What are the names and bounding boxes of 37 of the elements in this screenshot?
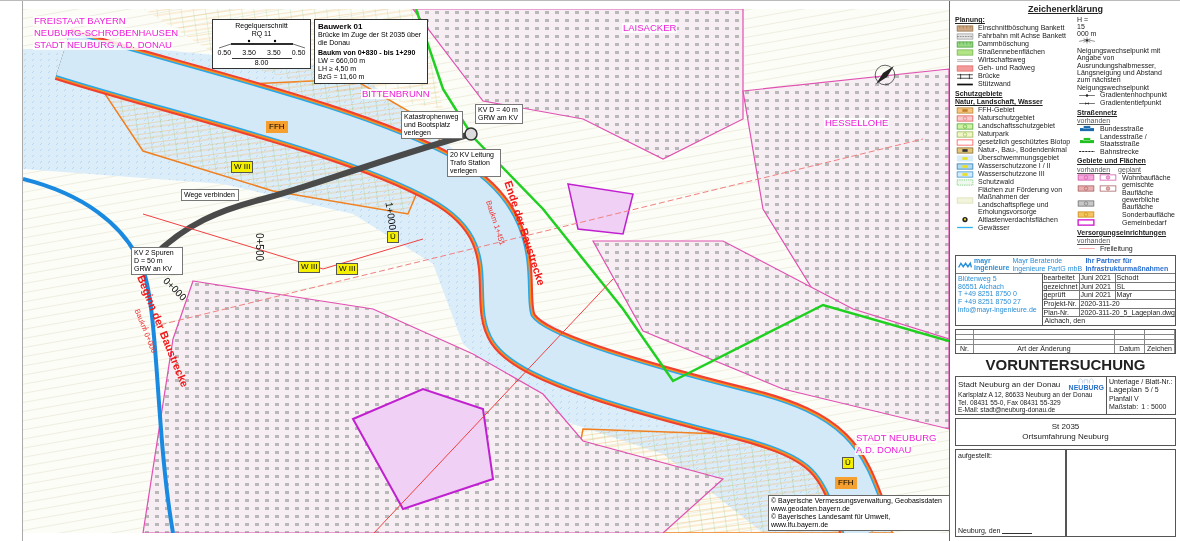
sheet-title: Lageplan: [1109, 386, 1142, 395]
place-name: A.D. DONAU: [855, 445, 913, 456]
place-name: STADT NEUBURG A.D. DONAU: [33, 40, 173, 51]
legend-symbol-icon: [1077, 185, 1095, 193]
place-name: HESSELLOHE: [824, 118, 890, 129]
structure-title: Bauwerk 01: [318, 22, 364, 32]
client-name: Stadt Neuburg an der Donau: [958, 380, 1061, 390]
project-title: St 2035: [1051, 422, 1080, 433]
zone-tag: FFH: [266, 121, 288, 133]
legend-symbol-icon: [1099, 185, 1117, 193]
legend-symbol-icon: [1099, 173, 1117, 181]
place-name: FREISTAAT BAYERN: [33, 16, 127, 27]
legend-symbol-icon: [1078, 148, 1096, 155]
place-name: BITTENBRUNN: [361, 89, 431, 100]
place-name: STADT NEUBURG: [855, 433, 938, 444]
legend-symbol-icon: [1078, 37, 1096, 44]
fill-in-line[interactable]: [1002, 530, 1033, 534]
station-label: 1+000: [383, 201, 399, 231]
place-name: NEUBURG-SCHROBENHAUSEN: [33, 28, 180, 39]
place-name: LAISACKER: [622, 23, 678, 34]
station-label: 0+500: [253, 232, 265, 262]
legend-symbol-icon: [1078, 125, 1096, 133]
zone-tag: W III: [231, 161, 254, 173]
zone-tag: FFH: [835, 477, 857, 489]
zone-tag: Ü: [387, 231, 399, 243]
zone-tag: Ü: [842, 457, 854, 469]
roundabout: [464, 127, 478, 141]
plan-stage-title: VORUNTERSUCHUNG: [984, 356, 1147, 374]
project-title: Ortsumfahrung Neuburg: [1022, 432, 1109, 442]
legend-title: Zeichenerklärung: [1027, 4, 1104, 14]
zone-tag: W III: [298, 261, 321, 273]
zone-tag: W III: [336, 263, 359, 275]
legend-symbol-icon: [1077, 199, 1095, 207]
community-area: [567, 183, 634, 235]
legend-symbol-icon: [1078, 136, 1096, 144]
legend-symbol-icon: [956, 197, 974, 205]
legend-symbol-icon: [1077, 173, 1095, 181]
